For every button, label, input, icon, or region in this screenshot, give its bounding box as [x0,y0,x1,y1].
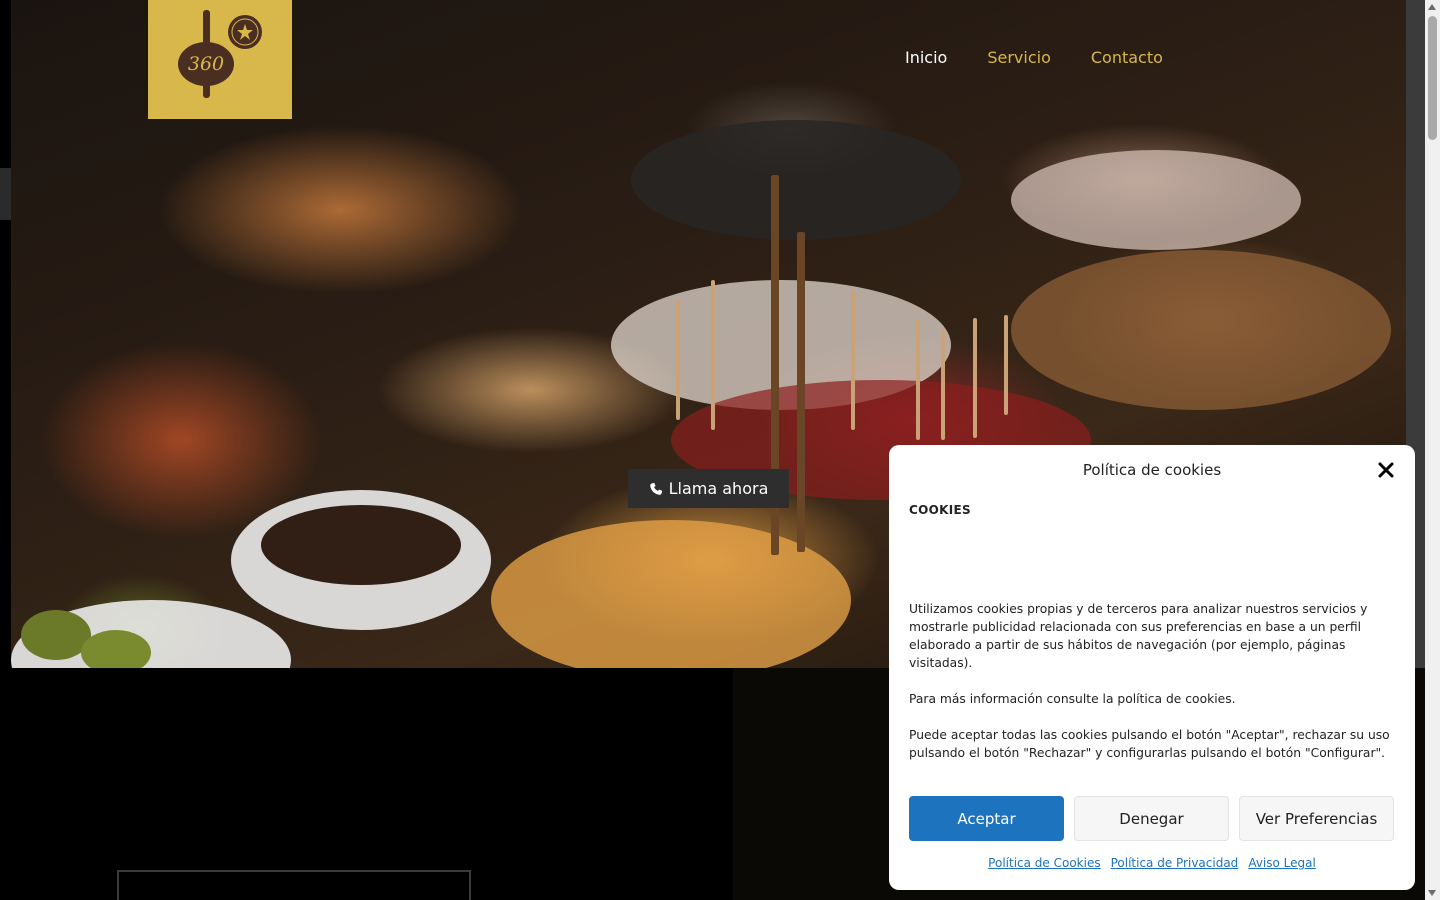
nav-item-contacto[interactable]: Contacto [1091,48,1163,67]
cookie-paragraph: Puede aceptar todas las cookies pulsando… [909,728,1390,760]
close-icon[interactable] [1377,461,1395,479]
preferences-button[interactable]: Ver Preferencias [1239,796,1394,841]
page-scrollbar[interactable] [1425,0,1440,900]
privacy-policy-link[interactable]: Política de Privacidad [1111,856,1239,870]
nav-item-inicio[interactable]: Inicio [905,48,947,67]
content-box [117,870,471,900]
scroll-thumb[interactable] [1428,16,1437,140]
cookie-paragraph: Utilizamos cookies propias y de terceros… [909,602,1368,670]
main-nav: Inicio Servicio Contacto [905,48,1163,67]
cookie-consent-dialog: Política de cookies COOKIES Utilizamos c… [889,445,1415,890]
cookies-policy-link[interactable]: Política de Cookies [988,856,1100,870]
logo-graphic: 360 [178,10,262,98]
call-now-button[interactable]: Llama ahora [628,469,789,508]
cookie-description: Utilizamos cookies propias y de terceros… [909,600,1395,780]
cookie-actions: Aceptar Denegar Ver Preferencias [909,796,1394,841]
nav-item-servicio[interactable]: Servicio [987,48,1051,67]
call-now-label: Llama ahora [668,479,769,498]
legal-notice-link[interactable]: Aviso Legal [1248,856,1316,870]
phone-icon [649,482,662,495]
logo-text: 360 [188,53,224,75]
deny-button[interactable]: Denegar [1074,796,1229,841]
cookie-footer-links: Política de Cookies Política de Privacid… [889,856,1415,870]
side-tab[interactable] [0,168,11,220]
cookie-heading: COOKIES [909,503,971,517]
cookie-dialog-title: Política de cookies [1082,461,1222,479]
accept-button[interactable]: Aceptar [909,796,1064,841]
scroll-down-arrow-icon[interactable] [1428,890,1436,896]
cookie-paragraph: Para más información consulte la polític… [909,692,1236,706]
scroll-up-arrow-icon[interactable] [1428,4,1436,10]
site-logo[interactable]: 360 [148,0,292,119]
